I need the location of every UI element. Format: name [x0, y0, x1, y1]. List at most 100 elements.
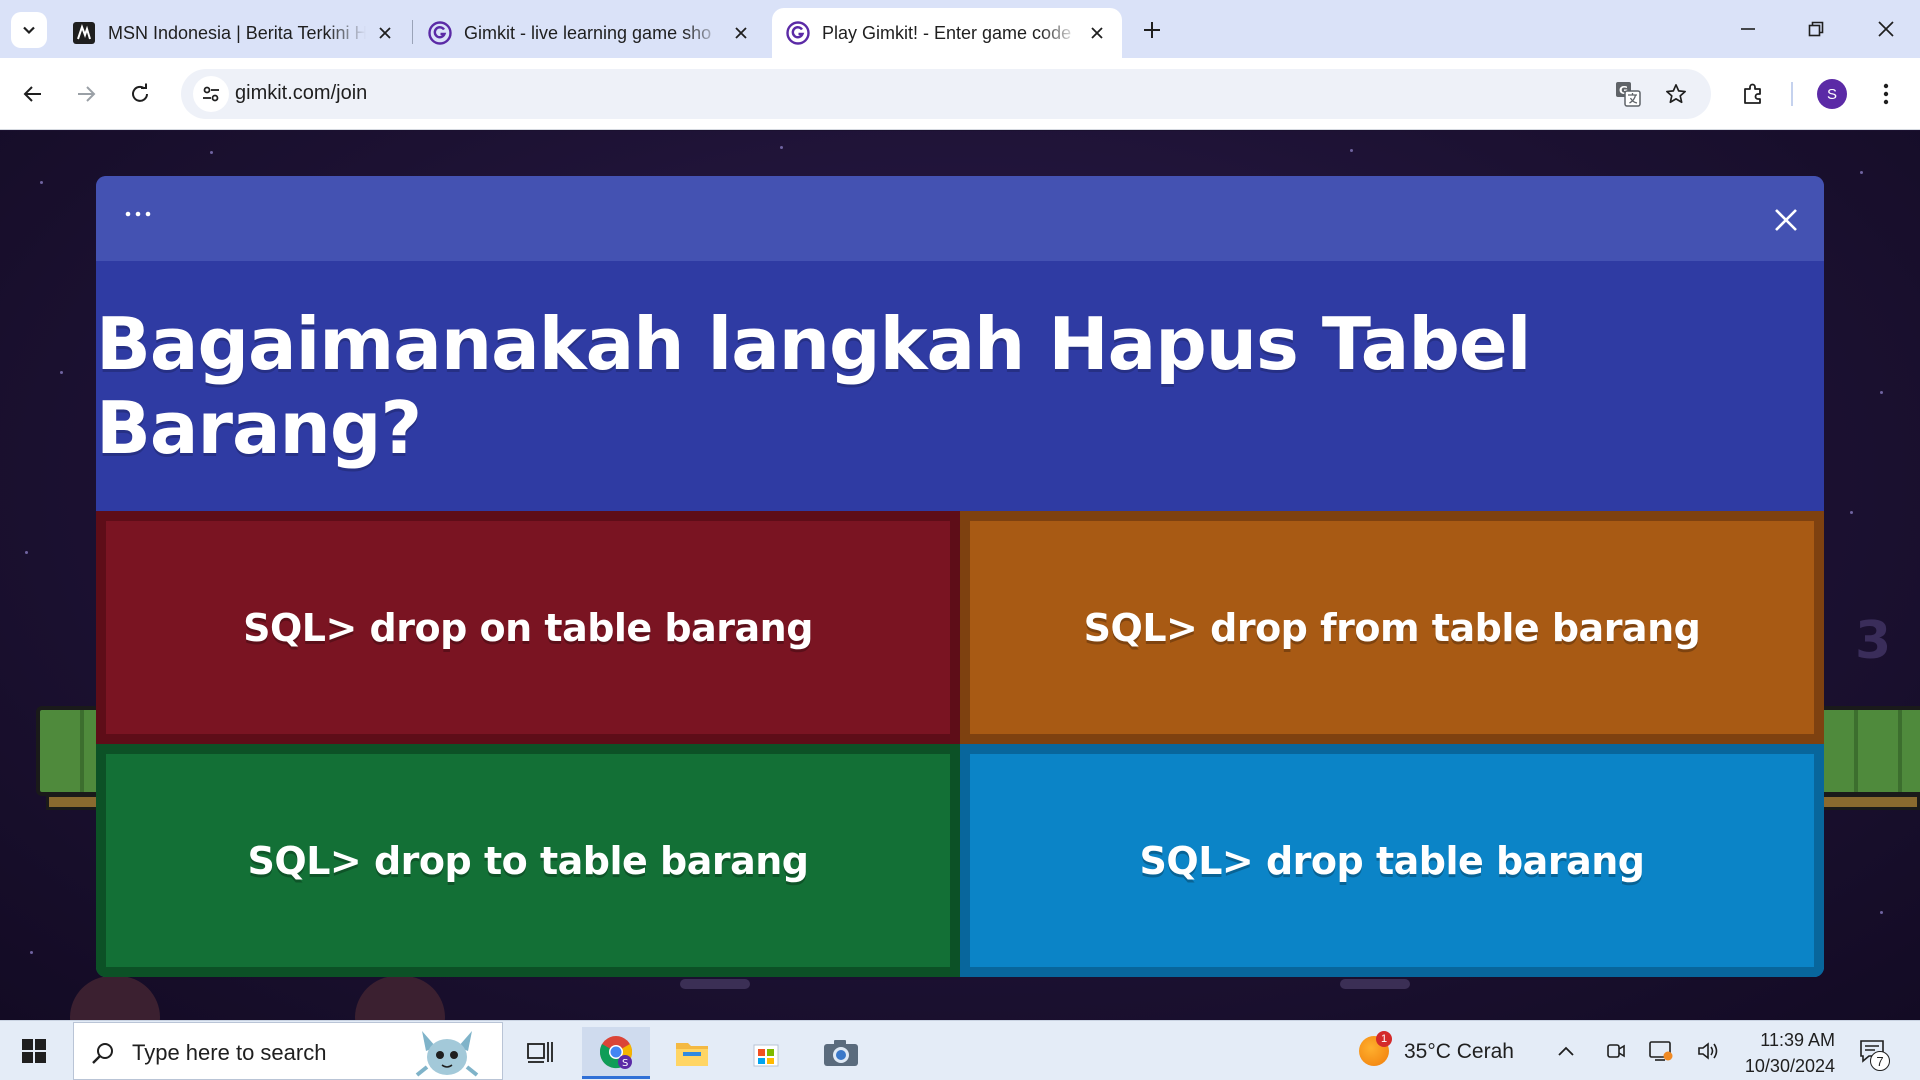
answer-label: SQL> drop on table barang [243, 605, 813, 650]
extensions-button[interactable] [1735, 76, 1771, 112]
close-tab-icon[interactable] [1086, 22, 1108, 44]
plus-icon [1144, 22, 1160, 38]
new-tab-button[interactable] [1136, 12, 1168, 48]
background-star [1880, 911, 1883, 914]
tab-title: Gimkit - live learning game sho [464, 22, 712, 43]
minimize-icon [1741, 28, 1755, 30]
game-page: 3 Bagaimanakah langkah Hapus Tabel Baran… [0, 131, 1920, 1020]
network-icon [1649, 1041, 1673, 1061]
close-tab-icon[interactable] [374, 22, 396, 44]
background-star [40, 181, 43, 184]
more-horizontal-icon [125, 211, 151, 217]
question-modal: Bagaimanakah langkah Hapus Tabel Barang?… [96, 176, 1824, 977]
background-star [780, 146, 783, 149]
translate-icon: G [1616, 82, 1641, 107]
background-blob [70, 976, 160, 1020]
weather-alert-badge: 1 [1376, 1031, 1392, 1047]
site-info-button[interactable] [193, 76, 229, 112]
more-options-button[interactable] [118, 194, 158, 234]
tab-play-gimkit[interactable]: Play Gimkit! - Enter game code [772, 8, 1122, 58]
back-button[interactable] [13, 74, 53, 114]
answer-option-1[interactable]: SQL> drop on table barang [96, 511, 960, 744]
background-star [1880, 391, 1883, 394]
answer-option-4[interactable]: SQL> drop table barang [960, 744, 1824, 977]
url-text[interactable]: gimkit.com/join [235, 82, 367, 105]
restore-button[interactable] [1796, 10, 1836, 48]
toolbar-divider [1791, 82, 1793, 106]
background-platform [1810, 706, 1920, 810]
taskbar-chrome[interactable]: S [582, 1027, 650, 1079]
windows-logo-icon [22, 1039, 46, 1063]
show-hidden-icons-button[interactable] [1550, 1035, 1582, 1067]
more-vertical-icon [1883, 83, 1889, 105]
clock-date: 10/30/2024 [1744, 1056, 1835, 1076]
arrow-right-icon [78, 86, 96, 102]
tab-gimkit[interactable]: Gimkit - live learning game sho [414, 8, 766, 58]
background-star [1350, 149, 1353, 152]
network-button[interactable] [1645, 1035, 1677, 1067]
background-star [30, 951, 33, 954]
taskbar-clock[interactable]: 11:39 AM 10/30/2024 [1735, 1027, 1835, 1079]
background-star [1850, 511, 1853, 514]
background-arrow [680, 979, 750, 989]
meet-now-button[interactable] [1600, 1035, 1632, 1067]
chevron-up-icon [1558, 1046, 1574, 1056]
bookmark-button[interactable] [1659, 77, 1693, 111]
search-placeholder: Type here to search [132, 1040, 327, 1065]
minimize-button[interactable] [1728, 10, 1768, 48]
profile-avatar[interactable]: S [1817, 79, 1847, 109]
volume-icon [1698, 1042, 1718, 1060]
background-blob [355, 976, 445, 1020]
windows-taskbar: Type here to search S 1 35°C Cerah 11:39… [0, 1020, 1920, 1080]
translate-button[interactable]: G [1611, 77, 1645, 111]
arrow-left-icon [23, 86, 41, 102]
close-modal-button[interactable] [1766, 200, 1806, 240]
answer-label: SQL> drop table barang [1139, 838, 1645, 883]
msn-icon [72, 21, 96, 45]
answer-label: SQL> drop to table barang [247, 838, 809, 883]
tab-msn[interactable]: MSN Indonesia | Berita Terkini H [58, 8, 410, 58]
chevron-down-icon [23, 26, 35, 35]
star-icon [1666, 84, 1686, 104]
start-button[interactable] [14, 1035, 54, 1067]
tab-strip: MSN Indonesia | Berita Terkini H Gimkit … [0, 0, 1920, 58]
browser-toolbar: gimkit.com/join G S [0, 58, 1920, 130]
taskbar-microsoft-store[interactable] [732, 1027, 800, 1079]
gimkit-icon [428, 21, 452, 45]
background-star [210, 151, 213, 154]
question-text: Bagaimanakah langkah Hapus Tabel Barang? [96, 302, 1531, 470]
folder-icon [676, 1043, 708, 1066]
taskbar-camera[interactable] [807, 1027, 875, 1079]
address-bar[interactable]: gimkit.com/join G [181, 69, 1711, 119]
close-tab-icon[interactable] [730, 22, 752, 44]
search-highlight-icon [415, 1031, 479, 1077]
forward-button[interactable] [66, 74, 106, 114]
tab-title: MSN Indonesia | Berita Terkini H [108, 22, 366, 43]
clock-time: 11:39 AM [1760, 1030, 1835, 1050]
tune-icon [203, 86, 219, 102]
puzzle-icon [1744, 83, 1761, 104]
question-panel: Bagaimanakah langkah Hapus Tabel Barang? [96, 261, 1824, 511]
taskbar-search[interactable]: Type here to search [73, 1022, 503, 1080]
answer-grid: SQL> drop on table barang SQL> drop from… [96, 511, 1824, 977]
tab-divider [412, 20, 413, 44]
taskbar-file-explorer[interactable] [658, 1027, 726, 1079]
reload-icon [132, 83, 148, 102]
weather-text[interactable]: 35°C Cerah [1404, 1040, 1514, 1064]
notification-count-badge: 7 [1870, 1051, 1890, 1071]
task-view-button[interactable] [506, 1027, 574, 1079]
background-star [60, 371, 63, 374]
svg-text:S: S [622, 1058, 628, 1069]
background-number: 3 [1855, 611, 1892, 671]
close-icon [1878, 21, 1894, 37]
gimkit-icon [786, 21, 810, 45]
answer-option-3[interactable]: SQL> drop to table barang [96, 744, 960, 977]
store-icon [753, 1044, 779, 1067]
close-window-button[interactable] [1866, 10, 1906, 48]
reload-button[interactable] [120, 74, 160, 114]
answer-option-2[interactable]: SQL> drop from table barang [960, 511, 1824, 744]
volume-button[interactable] [1693, 1035, 1725, 1067]
background-arrow [1340, 979, 1410, 989]
tab-search-button[interactable] [11, 12, 47, 48]
browser-menu-button[interactable] [1868, 76, 1904, 112]
